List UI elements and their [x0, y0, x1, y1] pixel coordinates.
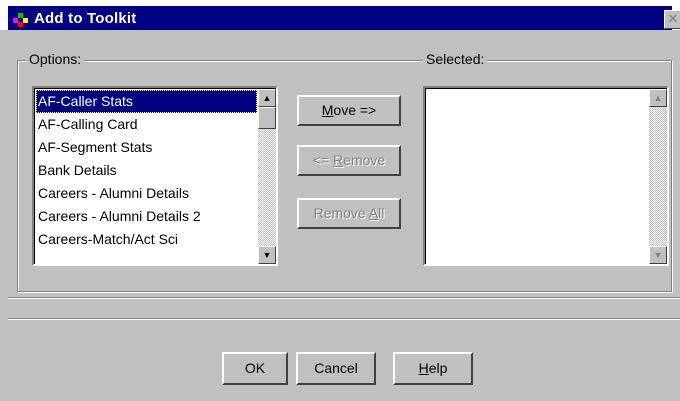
scroll-up-icon[interactable]: ▲	[258, 89, 276, 107]
list-item[interactable]: Careers-Match/Act Sci	[36, 228, 257, 251]
help-mnemonic: H	[418, 360, 429, 376]
move-button[interactable]: Move =>	[297, 95, 401, 126]
remove-all-label: ll	[378, 205, 385, 221]
scroll-thumb[interactable]	[258, 107, 276, 129]
selected-label: Selected:	[423, 51, 488, 67]
remove-all-button[interactable]: Remove All	[297, 198, 401, 229]
remove-label: emove	[343, 152, 386, 168]
options-list: AF-Caller Stats AF-Calling Card AF-Segme…	[36, 90, 257, 251]
remove-all-prefix: Remove	[313, 205, 369, 221]
title-bar: Add to Toolkit ✕	[0, 0, 680, 30]
move-label: ove =>	[333, 102, 377, 118]
selected-listbox[interactable]: ▲ ▼	[423, 86, 669, 266]
list-item[interactable]: Careers - Alumni Details 2	[36, 205, 257, 228]
options-scrollbar[interactable]: ▲ ▼	[258, 89, 276, 264]
separator	[8, 297, 680, 299]
selected-listbox-inner: ▲ ▼	[425, 88, 667, 264]
toolkit-app-icon	[13, 13, 28, 27]
ok-button[interactable]: OK	[222, 352, 288, 385]
window-title: Add to Toolkit	[34, 10, 137, 27]
remove-button[interactable]: <= Remove	[297, 145, 401, 176]
cancel-button[interactable]: Cancel	[296, 352, 376, 385]
options-listbox[interactable]: AF-Caller Stats AF-Calling Card AF-Segme…	[32, 86, 278, 266]
options-label: Options:	[26, 51, 85, 67]
list-item[interactable]: Careers - Alumni Details	[36, 182, 257, 205]
scroll-down-icon[interactable]: ▼	[649, 246, 667, 264]
scroll-up-icon[interactable]: ▲	[649, 89, 667, 107]
move-mnemonic: M	[321, 102, 334, 118]
remove-prefix: <=	[312, 152, 334, 168]
scroll-down-icon[interactable]: ▼	[258, 246, 276, 264]
remove-mnemonic: R	[333, 152, 344, 168]
list-item[interactable]: AF-Caller Stats	[36, 90, 257, 113]
selected-scrollbar[interactable]: ▲ ▼	[649, 89, 667, 264]
list-item[interactable]: AF-Calling Card	[36, 113, 257, 136]
list-item[interactable]: Bank Details	[36, 159, 257, 182]
options-listbox-inner: AF-Caller Stats AF-Calling Card AF-Segme…	[34, 88, 276, 264]
close-icon[interactable]: ✕	[664, 10, 680, 29]
list-item[interactable]: AF-Segment Stats	[36, 136, 257, 159]
help-button[interactable]: Help	[393, 352, 473, 385]
help-label: elp	[428, 360, 448, 376]
separator	[8, 318, 680, 320]
remove-all-mnemonic: A	[368, 205, 379, 221]
